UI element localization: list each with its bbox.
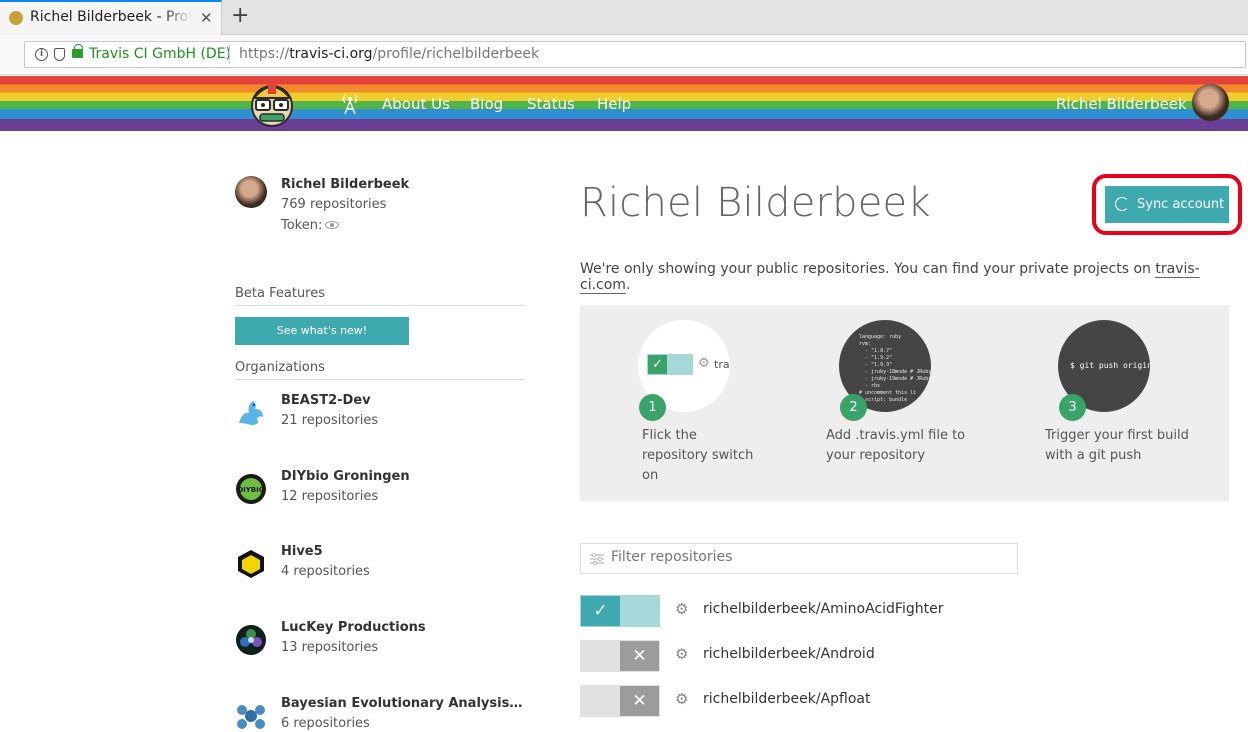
repo-name[interactable]: richelbilderbeek/Android <box>703 646 875 662</box>
org-repo-count: 4 repositories <box>281 564 370 579</box>
step-number: 3 <box>1059 394 1086 421</box>
toggle-knob: ✕ <box>620 686 659 716</box>
step-text-line: Trigger your first build <box>1045 428 1189 443</box>
toggle-knob: ✓ <box>581 596 620 626</box>
nav-blog[interactable]: Blog <box>470 95 503 113</box>
getting-started-panel: ✓ ⚙ tra 1 Flick the repository switch on… <box>580 305 1229 501</box>
hive5-logo-icon <box>238 550 264 578</box>
gear-icon: ⚙ <box>698 356 710 371</box>
tab-title: Richel Bilderbeek - Profile <box>30 9 192 25</box>
profile-name: Richel Bilderbeek <box>281 177 410 192</box>
illustration-toggle: ✓ <box>647 354 693 375</box>
site-header: About Us Blog Status Help Richel Bilderb… <box>0 76 1248 131</box>
filter-sliders-icon <box>590 553 604 565</box>
sync-icon <box>1115 197 1129 211</box>
filter-repositories-input[interactable] <box>611 549 1011 565</box>
step-3-text: Trigger your first build with a git push <box>1045 426 1189 466</box>
browser-toolbar: i Travis CI GmbH (DE) https://travis-ci.… <box>0 35 1248 75</box>
site-identity[interactable]: Travis CI GmbH (DE) <box>89 46 231 62</box>
step-text-line: your repository <box>826 448 926 463</box>
shield-icon[interactable] <box>54 48 65 61</box>
org-name[interactable]: LucKey Productions <box>281 620 526 635</box>
repo-name[interactable]: richelbilderbeek/AminoAcidFighter <box>703 601 943 617</box>
organizations-heading: Organizations <box>235 360 525 380</box>
diybio-logo-icon: DIYBIO <box>236 474 266 504</box>
nav-about-us[interactable]: About Us <box>382 95 450 113</box>
url-path: /profile/richelbilderbeek <box>372 46 540 62</box>
repo-settings-gear-icon[interactable]: ⚙ <box>675 690 688 708</box>
see-whats-new-button[interactable]: See what's new! <box>235 317 409 345</box>
token-row: Token: <box>281 218 340 233</box>
profile-repo-count: 769 repositories <box>281 197 387 212</box>
check-icon: ✓ <box>648 355 667 374</box>
repo-toggle-off[interactable]: ✕ <box>580 640 660 672</box>
step-2-text: Add .travis.yml file to your repository <box>826 426 965 466</box>
profile-avatar <box>235 176 267 208</box>
travis-yml-code: language: ruby rvm: - "1.8.7" - "1.9.2" … <box>859 334 931 403</box>
filter-repositories-field[interactable] <box>580 543 1018 574</box>
org-name[interactable]: Hive5 <box>281 544 526 559</box>
nav-status[interactable]: Status <box>527 95 575 113</box>
url-separator <box>229 45 230 64</box>
travis-mascot-logo-icon[interactable] <box>248 78 296 128</box>
step-number: 1 <box>639 394 666 421</box>
repo-toggle-on[interactable]: ✓ <box>580 595 660 627</box>
header-user-name[interactable]: Richel Bilderbeek <box>1056 95 1187 113</box>
nav-help[interactable]: Help <box>597 95 631 113</box>
illustration-repo-text: tra <box>714 358 730 371</box>
repo-settings-gear-icon[interactable]: ⚙ <box>675 600 688 618</box>
cross-icon: ✕ <box>632 646 647 666</box>
org-name[interactable]: Bayesian Evolutionary Analysis Samp… <box>281 696 526 711</box>
toggle-knob: ✕ <box>620 641 659 671</box>
git-push-code: $ git push origin <box>1070 361 1150 370</box>
eye-icon[interactable] <box>325 221 340 229</box>
token-label: Token: <box>281 218 323 233</box>
step-1-text: Flick the repository switch on <box>642 426 753 486</box>
antenna-icon <box>342 94 358 115</box>
org-name[interactable]: DIYbio Groningen <box>281 469 526 484</box>
notice-period: . <box>625 277 631 293</box>
org-name[interactable]: BEAST2-Dev <box>281 393 526 408</box>
repo-row: ✕ ⚙ richelbilderbeek/Android <box>580 640 1248 672</box>
org-repo-count: 13 repositories <box>281 640 379 655</box>
luckey-logo-icon <box>236 625 266 655</box>
close-tab-icon[interactable]: ✕ <box>200 9 213 27</box>
page-title: Richel Bilderbeek <box>580 180 931 226</box>
check-icon: ✓ <box>593 601 608 621</box>
sync-account-button[interactable]: Sync account <box>1105 186 1229 223</box>
org-repo-count: 21 repositories <box>281 413 379 428</box>
browser-tab-bar: Richel Bilderbeek - Profile ✕ + <box>0 0 1248 35</box>
repo-toggle-off[interactable]: ✕ <box>580 685 660 717</box>
browser-tab[interactable]: Richel Bilderbeek - Profile ✕ <box>0 0 222 35</box>
public-repos-notice: We're only showing your public repositor… <box>580 261 1248 294</box>
step-text-line: with a git push <box>1045 448 1142 463</box>
notice-text: We're only showing your public repositor… <box>580 261 1156 277</box>
beast2-logo-icon <box>239 401 263 425</box>
beta-features-heading: Beta Features <box>235 286 525 306</box>
beast-molecule-logo-icon <box>237 705 265 729</box>
step-number: 2 <box>840 394 867 421</box>
repo-settings-gear-icon[interactable]: ⚙ <box>675 645 688 663</box>
info-icon[interactable]: i <box>35 48 48 61</box>
org-repo-count: 12 repositories <box>281 489 379 504</box>
repo-row: ✕ ⚙ richelbilderbeek/Apfloat <box>580 685 1248 717</box>
svg-text:DIYBIO: DIYBIO <box>237 486 264 494</box>
url-domain: travis-ci.org <box>289 46 373 62</box>
repo-row: ✓ ⚙ richelbilderbeek/AminoAcidFighter <box>580 595 1248 627</box>
step-text-line: Add .travis.yml file to <box>826 428 966 443</box>
lock-icon[interactable] <box>72 44 83 58</box>
step-text-line: Flick the <box>642 428 697 443</box>
address-bar[interactable]: i Travis CI GmbH (DE) https://travis-ci.… <box>24 41 1246 68</box>
repo-name[interactable]: richelbilderbeek/Apfloat <box>703 691 871 707</box>
step-text-line: on <box>642 468 659 483</box>
url-text[interactable]: https://travis-ci.org/profile/richelbild… <box>239 46 539 62</box>
step-text-line: repository switch <box>642 448 754 463</box>
new-tab-button[interactable]: + <box>231 3 249 28</box>
sync-account-label: Sync account <box>1137 197 1225 212</box>
header-avatar[interactable] <box>1192 84 1229 121</box>
travis-favicon-icon <box>9 11 23 25</box>
cross-icon: ✕ <box>632 691 647 711</box>
url-scheme: https:// <box>239 46 290 62</box>
